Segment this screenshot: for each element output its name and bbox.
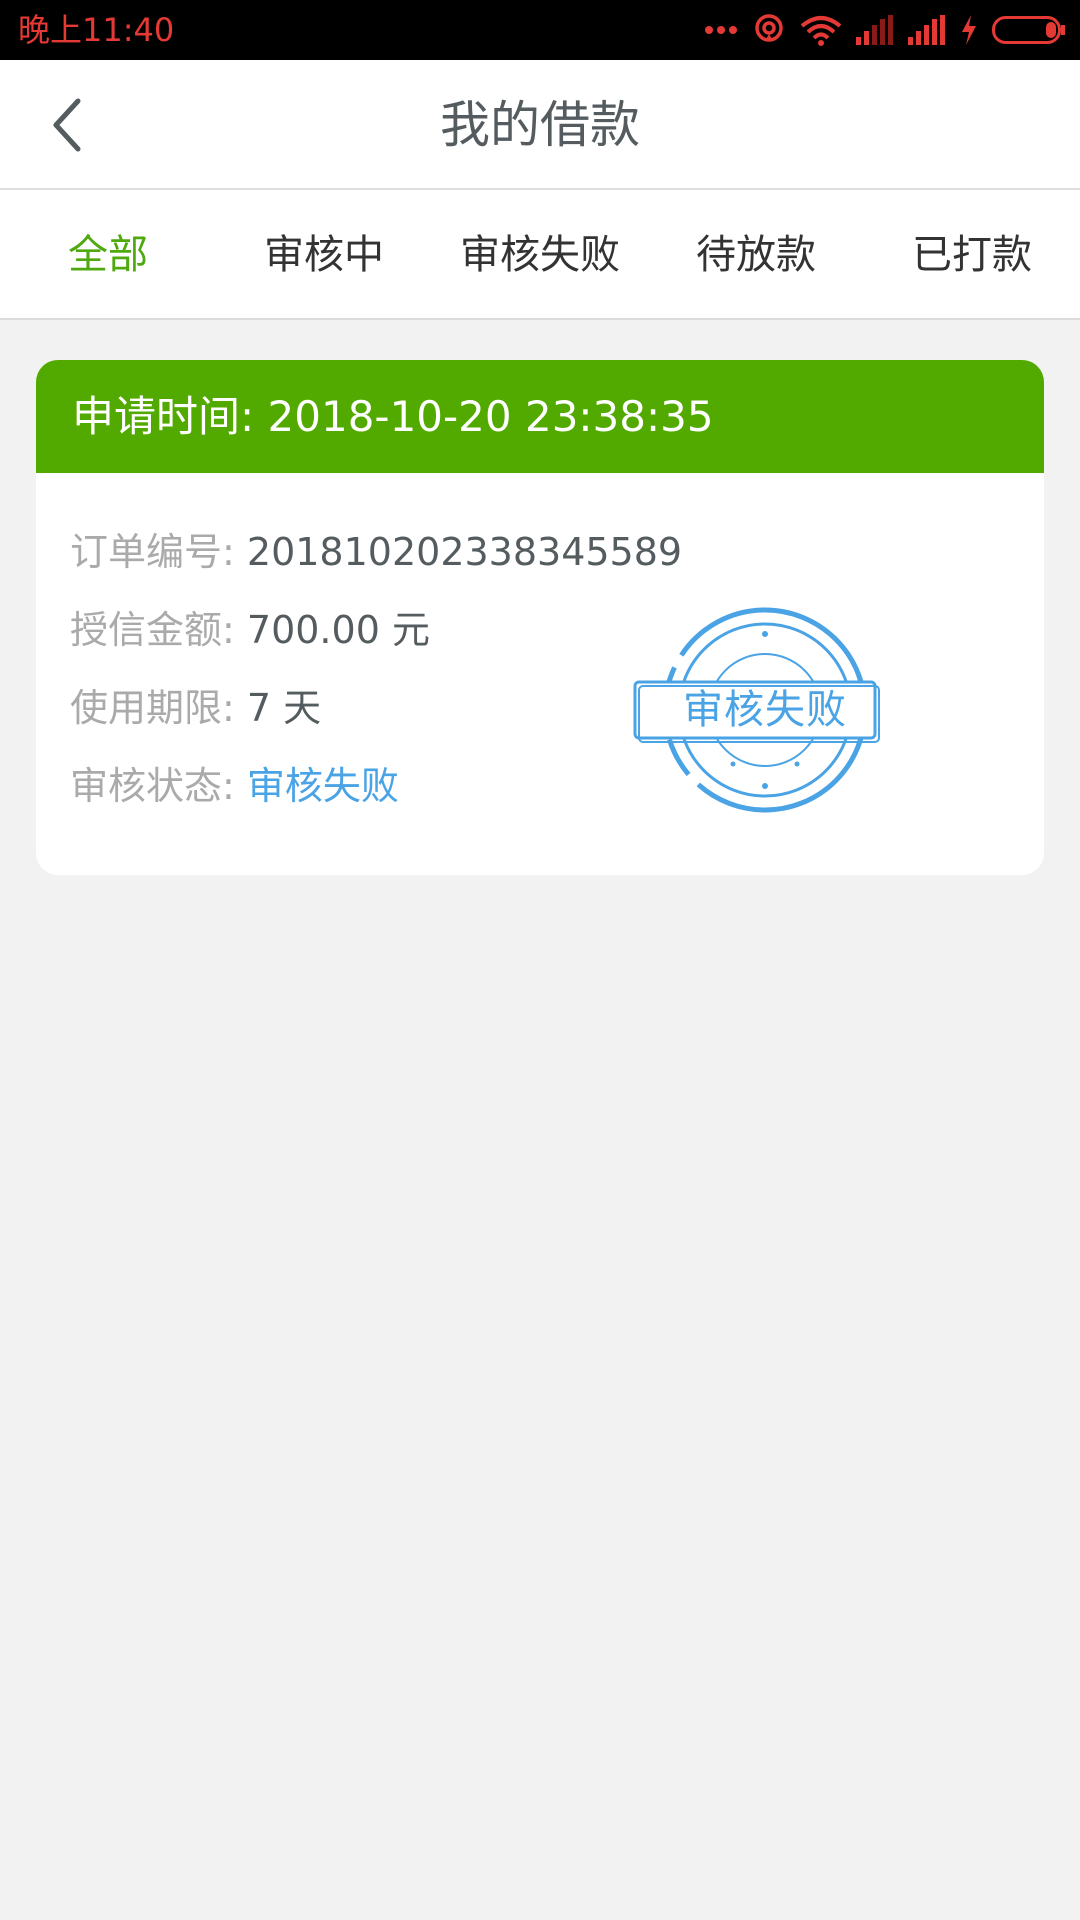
apply-time-label: 申请时间	[72, 392, 241, 441]
status-time: 晚上11:40	[18, 11, 175, 49]
signal-icon	[856, 15, 893, 45]
loan-card-header: 申请时间: 2018-10-20 23:38:35	[36, 360, 1044, 473]
page-title: 我的借款	[440, 96, 640, 154]
tab-pending-disbursement[interactable]: 待放款	[696, 228, 816, 282]
loan-card[interactable]: 申请时间: 2018-10-20 23:38:35 订单编号: 20181020…	[36, 360, 1044, 875]
term-row: 使用期限: 7 天	[70, 682, 321, 734]
tab-disbursed[interactable]: 已打款	[912, 228, 1032, 282]
review-failed-stamp: 审核失败	[632, 600, 898, 820]
tab-all[interactable]: 全部	[68, 228, 148, 282]
stamp-text: 审核失败	[683, 687, 847, 733]
app-bar: 我的借款	[0, 60, 1080, 190]
review-status-value: 审核失败	[246, 764, 399, 808]
credit-amount-label: 授信金额:	[70, 608, 235, 652]
credit-amount-value: 700.00 元	[246, 608, 430, 652]
term-label: 使用期限:	[70, 686, 235, 730]
more-dots-icon	[705, 26, 737, 34]
review-status-row: 审核状态: 审核失败	[70, 760, 399, 812]
signal-icon	[908, 15, 945, 45]
charging-icon	[962, 15, 976, 45]
apply-time-separator: :	[240, 392, 255, 441]
credit-amount-row: 授信金额: 700.00 元	[70, 604, 430, 656]
status-icons	[704, 12, 1066, 48]
tab-review-failed[interactable]: 审核失败	[460, 228, 620, 282]
review-status-label: 审核状态:	[70, 764, 235, 808]
status-bar: 晚上11:40	[0, 0, 1080, 60]
term-value: 7 天	[246, 686, 322, 730]
hotspot-icon	[755, 14, 783, 42]
wifi-icon	[800, 16, 842, 46]
battery-icon	[992, 16, 1065, 44]
order-number-value: 201810202338345589	[246, 530, 683, 574]
order-number-row: 订单编号: 201810202338345589	[70, 526, 682, 578]
tab-reviewing[interactable]: 审核中	[264, 228, 384, 282]
apply-time-value: 2018-10-20 23:38:35	[267, 392, 714, 441]
tab-bar: 全部 审核中 审核失败 待放款 已打款	[0, 190, 1080, 320]
order-number-label: 订单编号:	[70, 530, 235, 574]
